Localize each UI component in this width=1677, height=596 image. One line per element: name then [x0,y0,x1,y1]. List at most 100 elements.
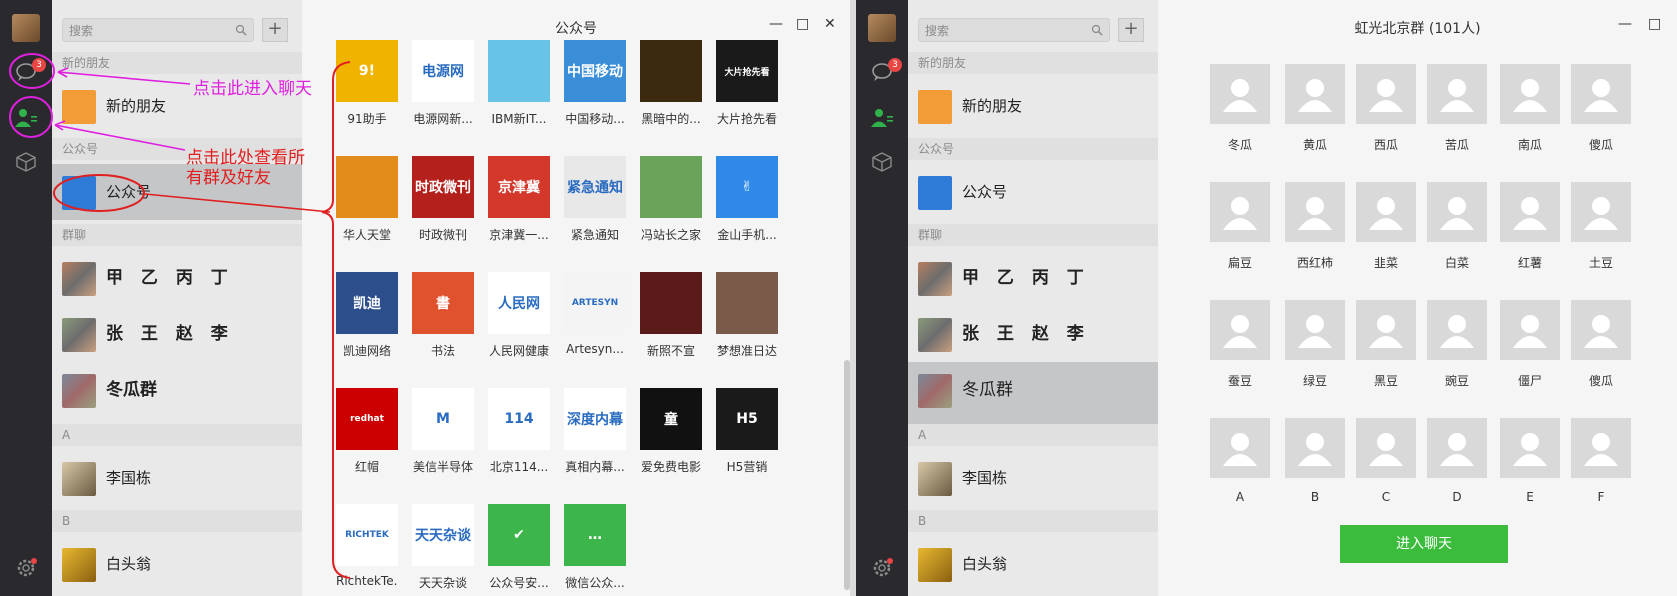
contact-avatar [918,462,952,496]
section-header-b: B [908,510,1158,532]
list-item-contact[interactable]: 李国栋 [908,450,1158,506]
default-avatar-icon [1285,64,1345,124]
list-item-label: 李国栋 [962,469,1008,487]
member-item[interactable]: 蚕豆 [1208,300,1272,389]
default-avatar-icon [1427,64,1487,124]
member-item[interactable]: D [1425,418,1489,504]
member-name: C [1381,490,1391,504]
member-name: 傻瓜 [1588,374,1613,388]
default-avatar-icon [1210,300,1270,360]
member-name: 冬瓜 [1227,138,1252,152]
member-name: 白菜 [1444,256,1469,270]
member-item[interactable]: 黄瓜 [1283,64,1347,153]
member-name: 西瓜 [1373,138,1398,152]
member-name: 黄瓜 [1302,138,1327,152]
default-avatar-icon [1356,182,1416,242]
default-avatar-icon [1427,300,1487,360]
default-avatar-icon [1356,64,1416,124]
list-item-official-accounts[interactable]: 公众号 [908,164,1158,220]
default-avatar-icon [1356,418,1416,478]
section-header-a: A [908,424,1158,446]
enter-chat-button[interactable]: 进入聊天 [1340,525,1508,563]
member-item[interactable]: 豌豆 [1425,300,1489,389]
member-item[interactable]: 傻瓜 [1569,300,1633,389]
window-title: 虹光北京群 (101人) [1354,21,1481,37]
list-item-label: 新的朋友 [962,97,1023,115]
default-avatar-icon [1285,182,1345,242]
settings-icon[interactable] [870,556,894,580]
group-avatar [918,318,952,352]
list-item-contact[interactable]: 白头翁 [908,536,1158,592]
list-item-label: 冬瓜群 [962,380,1013,400]
member-name: 土豆 [1588,256,1613,270]
new-friends-icon [918,90,952,124]
member-item[interactable]: 僵尸 [1498,300,1562,389]
member-item[interactable]: 扁豆 [1208,182,1272,271]
member-item[interactable]: 西瓜 [1354,64,1418,153]
member-item[interactable]: E [1498,418,1562,504]
avatar[interactable] [868,14,896,42]
list-item-label: 公众号 [962,183,1008,201]
default-avatar-icon [1356,300,1416,360]
member-item[interactable]: C [1354,418,1418,504]
member-item[interactable]: 苦瓜 [1425,64,1489,153]
list-item-label: 甲 乙 丙 丁 [962,268,1090,288]
member-name: 绿豆 [1302,374,1327,388]
contact-avatar [918,548,952,582]
member-name: E [1526,490,1534,504]
default-avatar-icon [1571,182,1631,242]
search-placeholder: 搜索 [925,24,950,38]
list-item-new-friends[interactable]: 新的朋友 [908,78,1158,134]
member-item[interactable]: 傻瓜 [1569,64,1633,153]
member-name: F [1597,490,1605,504]
annotation-overlay [9,53,351,579]
left-window: 3 搜索 + 新的朋友 新的朋友 公众号 公众号 群聊 甲 乙 丙 丁 张 王 … [0,0,850,596]
member-item[interactable]: 南瓜 [1498,64,1562,153]
member-name: 韭菜 [1373,256,1398,270]
member-item[interactable]: 绿豆 [1283,300,1347,389]
member-item[interactable]: 西红柿 [1283,182,1347,271]
member-name: 蚕豆 [1227,374,1252,388]
member-item[interactable]: 土豆 [1569,182,1633,271]
member-name: 西红柿 [1296,256,1333,270]
contacts-icon[interactable] [870,106,894,130]
right-window: 3 搜索 + 新的朋友 新的朋友 公众号 公众号 群聊 甲 乙 丙 丁 张 王 … [856,0,1677,596]
list-item-group[interactable]: 冬瓜群 [908,362,1158,424]
member-name: 红薯 [1517,256,1542,270]
default-avatar-icon [1571,418,1631,478]
default-avatar-icon [1500,182,1560,242]
list-item-group[interactable]: 张 王 赵 李 [908,306,1158,362]
member-name: 傻瓜 [1588,138,1613,152]
section-header-official: 公众号 [908,138,1158,160]
member-item[interactable]: 黑豆 [1354,300,1418,389]
minimize-button[interactable]: — [1618,16,1632,32]
maximize-button[interactable]: □ [1648,16,1661,32]
member-item[interactable]: 韭菜 [1354,182,1418,271]
add-button[interactable]: + [1118,18,1144,42]
member-item[interactable]: 冬瓜 [1208,64,1272,153]
member-name: 南瓜 [1517,138,1542,152]
default-avatar-icon [1571,300,1631,360]
chat-badge: 3 [888,58,902,72]
member-item[interactable]: 白菜 [1425,182,1489,271]
member-item[interactable]: A [1208,418,1272,504]
group-avatar [918,262,952,296]
list-item-group[interactable]: 甲 乙 丙 丁 [908,250,1158,306]
search-input[interactable]: 搜索 [918,18,1110,42]
member-item[interactable]: F [1569,418,1633,504]
default-avatar-icon [1210,182,1270,242]
member-item[interactable]: B [1283,418,1347,504]
default-avatar-icon [1571,64,1631,124]
member-name: 黑豆 [1373,374,1398,388]
search-icon [1091,24,1103,36]
section-header-new-friends: 新的朋友 [908,52,1158,74]
default-avatar-icon [1427,418,1487,478]
right-nav-rail: 3 [856,0,908,596]
cube-icon[interactable] [870,150,894,174]
default-avatar-icon [1285,418,1345,478]
member-item[interactable]: 红薯 [1498,182,1562,271]
annotation-chat-hint: 点击此进入聊天 [193,79,312,99]
member-name: 豌豆 [1444,374,1469,388]
default-avatar-icon [1500,300,1560,360]
member-name: A [1235,490,1245,504]
